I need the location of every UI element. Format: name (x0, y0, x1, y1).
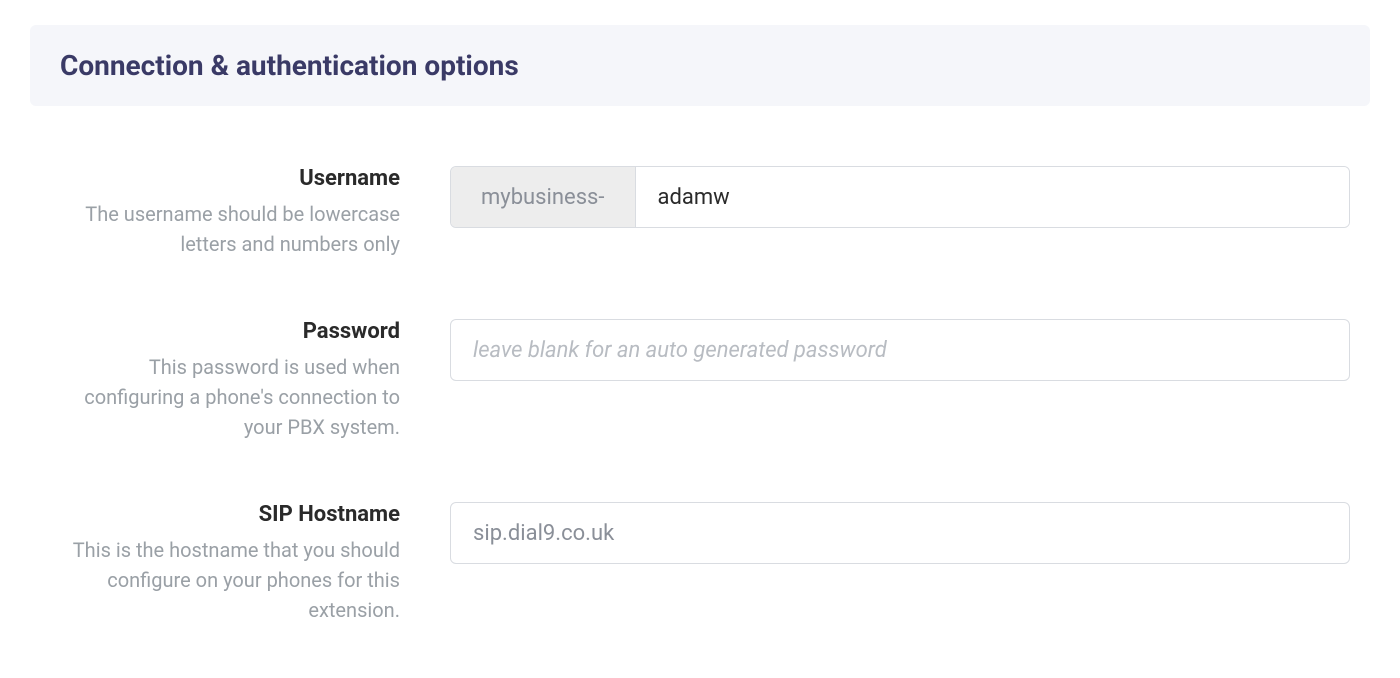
sip-hostname-label: SIP Hostname (50, 502, 400, 527)
username-label: Username (50, 166, 400, 191)
password-label: Password (50, 319, 400, 344)
username-label-col: Username The username should be lowercas… (50, 166, 450, 259)
username-input-col: mybusiness- (450, 166, 1350, 228)
sip-hostname-row: SIP Hostname This is the hostname that y… (30, 502, 1370, 625)
username-input-group: mybusiness- (450, 166, 1350, 228)
sip-hostname-help: This is the hostname that you should con… (73, 538, 400, 622)
username-help: The username should be lowercase letters… (85, 202, 400, 256)
password-help: This password is used when configuring a… (84, 355, 400, 439)
sip-hostname-input-col (450, 502, 1350, 564)
username-row: Username The username should be lowercas… (30, 166, 1370, 259)
username-input[interactable] (636, 167, 1350, 227)
password-label-col: Password This password is used when conf… (50, 319, 450, 442)
sip-hostname-label-col: SIP Hostname This is the hostname that y… (50, 502, 450, 625)
password-input[interactable] (450, 319, 1350, 381)
sip-hostname-input[interactable] (450, 502, 1350, 564)
username-prefix: mybusiness- (451, 167, 636, 227)
section-header: Connection & authentication options (30, 25, 1370, 106)
password-input-col (450, 319, 1350, 381)
section-title: Connection & authentication options (60, 49, 1340, 82)
password-row: Password This password is used when conf… (30, 319, 1370, 442)
